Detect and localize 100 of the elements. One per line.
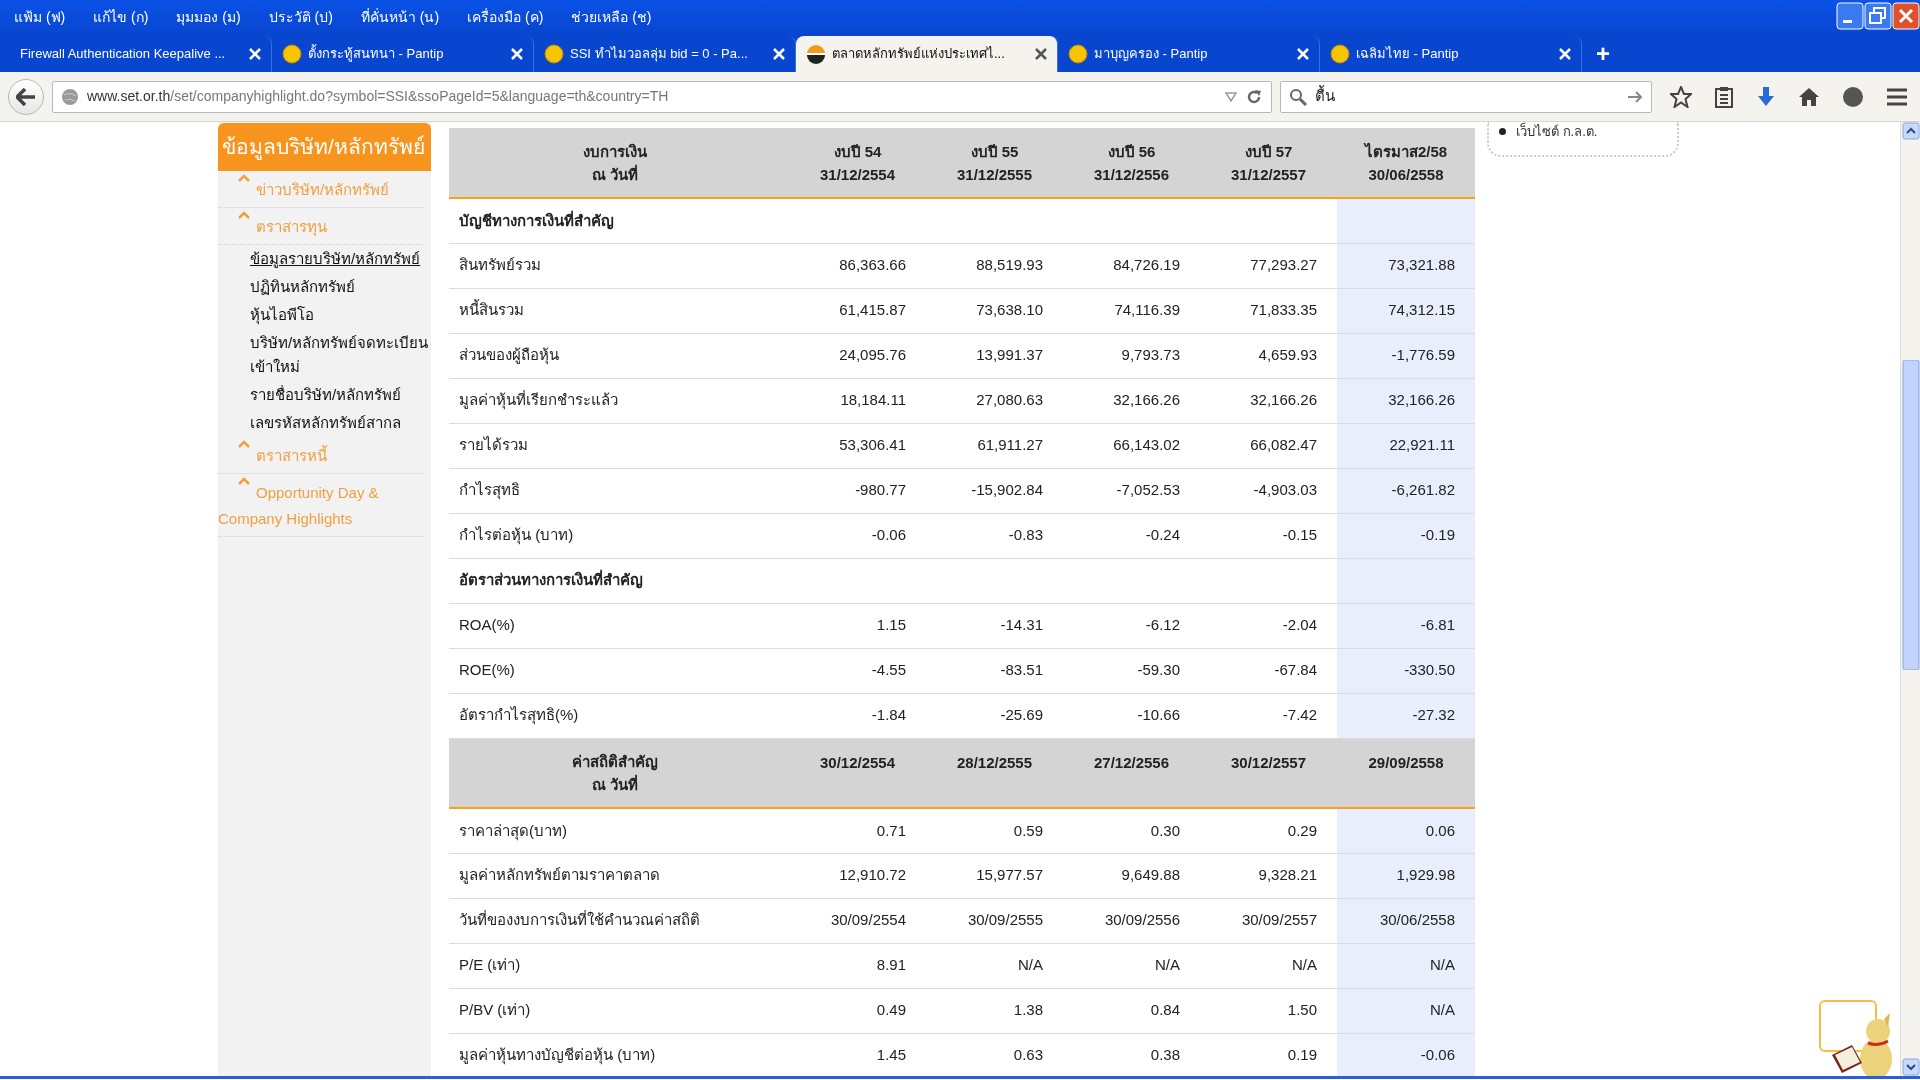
table-cell: 30/06/2558	[1337, 898, 1475, 943]
table-cell: 30/09/2554	[789, 898, 926, 943]
section-heading: บัญชีทางการเงินที่สำคัญ	[449, 198, 1337, 243]
table-cell: 32,166.26	[1063, 378, 1200, 423]
emoji-icon[interactable]	[1842, 85, 1864, 108]
minimize-button[interactable]	[1836, 2, 1864, 30]
table-cell: 9,649.88	[1063, 853, 1200, 898]
row-label: P/E (เท่า)	[449, 943, 789, 988]
table-cell: N/A	[1337, 988, 1475, 1033]
emoji-icon	[1330, 44, 1350, 64]
menu-icon[interactable]	[1886, 86, 1908, 107]
table-cell: -15,902.84	[926, 468, 1063, 513]
column-header: งบปี 56 31/12/2556	[1063, 128, 1200, 198]
browser-tab[interactable]: ตลาดหลักทรัพย์แห่งประเทศไ...	[796, 36, 1058, 72]
sidebar-link[interactable]: รายชื่อบริษัท/หลักทรัพย์	[218, 380, 431, 409]
arrow-icon[interactable]	[1627, 89, 1643, 104]
row-label: สินทรัพย์รวม	[449, 243, 789, 288]
close-button[interactable]	[1892, 2, 1920, 30]
table-cell: 0.49	[789, 988, 926, 1033]
table-cell: 24,095.76	[789, 333, 926, 378]
table-cell: 66,143.02	[1063, 423, 1200, 468]
table-cell: 86,363.66	[789, 243, 926, 288]
globe-icon	[61, 87, 79, 106]
row-label: มูลค่าหุ้นที่เรียกชำระแล้ว	[449, 378, 789, 423]
column-header: 30/12/2554	[789, 738, 926, 808]
table-cell: 30/09/2556	[1063, 898, 1200, 943]
row-label: ราคาล่าสุด(บาท)	[449, 808, 789, 853]
table-cell: 73,638.10	[926, 288, 1063, 333]
table-cell: 1.15	[789, 603, 926, 648]
table-cell: 12,910.72	[789, 853, 926, 898]
table-cell: 73,321.88	[1337, 243, 1475, 288]
table-cell: -1.84	[789, 693, 926, 738]
table-cell: 0.84	[1063, 988, 1200, 1033]
column-header: 27/12/2556	[1063, 738, 1200, 808]
table-cell: 9,793.73	[1063, 333, 1200, 378]
column-header: งบปี 57 31/12/2557	[1200, 128, 1337, 198]
table-cell: -27.32	[1337, 693, 1475, 738]
menu-item[interactable]: แฟ้ม (ฟ)	[14, 0, 66, 34]
row-label: วันที่ของงบการเงินที่ใช้คำนวณค่าสถิติ	[449, 898, 789, 943]
close-icon[interactable]	[1035, 48, 1047, 60]
table-cell: -1,776.59	[1337, 333, 1475, 378]
sidebar-link[interactable]: ข้อมูลรายบริษัท/หลักทรัพย์	[218, 244, 431, 273]
table-cell: 84,726.19	[1063, 243, 1200, 288]
column-header: งบปี 54 31/12/2554	[789, 128, 926, 198]
table-cell: 74,312.15	[1337, 288, 1475, 333]
clipboard-icon[interactable]	[1714, 85, 1734, 108]
column-header: งบการเงิน ณ วันที่	[449, 128, 789, 198]
table-cell: 18,184.11	[789, 378, 926, 423]
search-field[interactable]: ตื้น	[1280, 80, 1652, 113]
table-cell: -25.69	[926, 693, 1063, 738]
star-icon[interactable]	[1670, 85, 1692, 108]
menu-item[interactable]: ประวัติ (ป)	[268, 0, 333, 34]
menu-item[interactable]: เครื่องมือ (ค)	[467, 0, 544, 34]
table-cell: -0.19	[1337, 513, 1475, 558]
sidebar-link[interactable]: เลขรหัสหลักทรัพย์สากล	[218, 408, 431, 437]
address-field[interactable]: www.set.or.th/set/companyhighlight.do?symbol=SSI&ssoPageId=5&language=th&country=TH	[52, 80, 1272, 113]
caret-icon	[238, 476, 250, 485]
home-icon[interactable]	[1798, 86, 1820, 107]
table-cell: N/A	[1337, 943, 1475, 988]
table-cell: 8.91	[789, 943, 926, 988]
sidebar-link[interactable]: ปฏิทินหลักทรัพย์	[218, 272, 431, 301]
search-icon	[1289, 87, 1307, 106]
reload-icon[interactable]	[1245, 87, 1263, 106]
table-cell: -0.24	[1063, 513, 1200, 558]
row-label: P/BV (เท่า)	[449, 988, 789, 1033]
column-header: งบปี 55 31/12/2555	[926, 128, 1063, 198]
column-header: ไตรมาส2/58 30/06/2558	[1337, 128, 1475, 198]
column-header: 29/09/2558	[1337, 738, 1475, 808]
column-header: 30/12/2557	[1200, 738, 1337, 808]
menu-item[interactable]: มุมมอง (ม)	[176, 0, 241, 34]
emoji-icon	[1068, 44, 1088, 64]
bullet-icon	[1499, 128, 1506, 136]
caret-icon	[238, 173, 250, 182]
scroll-up-button[interactable]	[1901, 122, 1920, 140]
table-cell: 61,911.27	[926, 423, 1063, 468]
table-cell: 0.59	[926, 808, 1063, 853]
row-label: รายได้รวม	[449, 423, 789, 468]
table-cell: 53,306.41	[789, 423, 926, 468]
table-cell: 0.06	[1337, 808, 1475, 853]
new-tab-button[interactable]: +	[1582, 36, 1624, 72]
row-label: ส่วนของผู้ถือหุ้น	[449, 333, 789, 378]
table-cell: 74,116.39	[1063, 288, 1200, 333]
menu-item[interactable]: ที่คั่นหน้า (น)	[360, 0, 440, 34]
menu-item[interactable]: ช่วยเหลือ (ช)	[571, 0, 652, 34]
table-cell: 32,166.26	[1337, 378, 1475, 423]
download-icon[interactable]	[1756, 85, 1776, 108]
table-cell: -6,261.82	[1337, 468, 1475, 513]
scrollbar-thumb[interactable]	[1901, 360, 1920, 670]
restore-button[interactable]	[1864, 2, 1892, 30]
sidebar-link[interactable]: หุ้นไอพีโอ	[218, 300, 431, 329]
back-button[interactable]	[8, 78, 44, 115]
sidebar-link[interactable]: บริษัท/หลักทรัพย์จดทะเบียนเข้าใหม่	[218, 328, 431, 381]
dropdown-icon[interactable]	[1225, 91, 1237, 102]
table-cell: -83.51	[926, 648, 1063, 693]
menu-item[interactable]: แก้ไข (ก)	[93, 0, 149, 34]
sidebar-title: ข้อมูลบริษัท/หลักทรัพย์	[218, 123, 431, 171]
scroll-down-button[interactable]	[1901, 1058, 1920, 1076]
table-cell: -14.31	[926, 603, 1063, 648]
table-cell: -980.77	[789, 468, 926, 513]
table-cell: -4.55	[789, 648, 926, 693]
